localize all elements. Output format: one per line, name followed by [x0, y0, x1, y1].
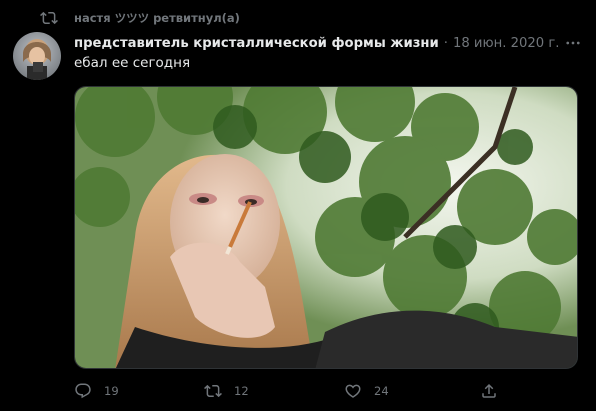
share-icon: [482, 383, 496, 398]
share-button[interactable]: [480, 381, 510, 401]
like-count: 24: [374, 384, 389, 398]
retweet-button[interactable]: 12: [204, 381, 249, 401]
tweet-actions: 19 12 24: [74, 381, 504, 401]
avatar-image: [13, 32, 61, 80]
reply-button[interactable]: 19: [74, 381, 119, 401]
author-display-name[interactable]: представитель кристаллической формы жизн…: [74, 36, 439, 51]
tweet-date[interactable]: 18 июн. 2020 г.: [453, 36, 560, 51]
retweet-count: 12: [234, 384, 249, 398]
heart-icon: [345, 384, 361, 398]
avatar[interactable]: [13, 32, 61, 80]
reply-count: 19: [104, 384, 119, 398]
like-button[interactable]: 24: [344, 381, 389, 401]
retweet-icon: [40, 11, 58, 25]
retweet-context-label: настя ツツツ ретвитнул(а): [74, 11, 240, 25]
reply-icon: [75, 383, 91, 399]
header-separator: ·: [443, 35, 448, 51]
tweet-text: ебал ее сегодня: [74, 55, 191, 71]
tweet-card[interactable]: настя ツツツ ретвитнул(а) представитель кри…: [0, 0, 596, 411]
more-icon: [566, 41, 580, 45]
photo-image: [75, 87, 577, 368]
more-button[interactable]: [564, 34, 582, 52]
tweet-photo[interactable]: [74, 86, 578, 369]
retweet-action-icon: [204, 384, 222, 398]
retweet-context[interactable]: настя ツツツ ретвитнул(а): [40, 9, 240, 27]
